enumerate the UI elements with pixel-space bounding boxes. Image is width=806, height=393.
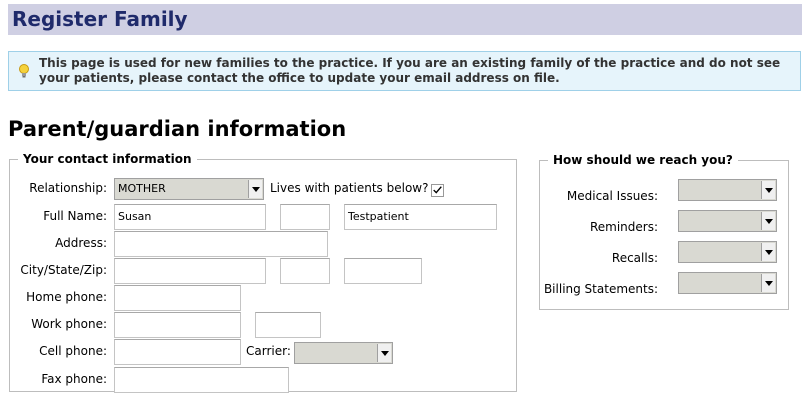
first-name-input[interactable]: Susan: [114, 204, 266, 230]
full-name-label: Full Name:: [43, 209, 107, 223]
reminders-label: Reminders:: [589, 220, 658, 234]
billing-statements-label: Billing Statements:: [543, 282, 658, 296]
zip-input[interactable]: [344, 258, 422, 284]
address-label: Address:: [55, 236, 107, 250]
section-title: Parent/guardian information: [8, 117, 347, 141]
work-ext-input[interactable]: [255, 312, 321, 338]
relationship-select[interactable]: MOTHER: [114, 178, 264, 200]
medical-issues-select[interactable]: [678, 179, 777, 201]
page-title: Register Family: [12, 7, 188, 31]
carrier-select[interactable]: [294, 342, 393, 364]
checkmark-icon: [433, 186, 442, 194]
work-phone-label: Work phone:: [31, 317, 107, 331]
chevron-down-icon: [761, 274, 775, 292]
page-header: Register Family: [8, 4, 802, 35]
home-phone-input[interactable]: [114, 285, 241, 311]
info-notice: This page is used for new families to th…: [8, 51, 801, 91]
lives-with-checkbox[interactable]: [431, 184, 444, 197]
state-input[interactable]: [280, 258, 330, 284]
middle-name-input[interactable]: [280, 204, 330, 230]
cell-phone-input[interactable]: [114, 339, 241, 365]
billing-statements-select[interactable]: [678, 272, 777, 294]
chevron-down-icon: [761, 181, 775, 199]
chevron-down-icon: [377, 344, 391, 362]
chevron-down-icon: [761, 243, 775, 261]
work-phone-input[interactable]: [114, 312, 241, 338]
recalls-select[interactable]: [678, 241, 777, 263]
city-input[interactable]: [114, 258, 266, 284]
reminders-select[interactable]: [678, 210, 777, 232]
reach-legend: How should we reach you?: [553, 153, 733, 167]
contact-legend: Your contact information: [23, 152, 192, 166]
relationship-label: Relationship:: [29, 181, 107, 195]
city-state-zip-label: City/State/Zip:: [20, 263, 107, 277]
home-phone-label: Home phone:: [26, 290, 107, 304]
lightbulb-icon: [19, 64, 29, 78]
last-name-input[interactable]: Testpatient: [344, 204, 497, 230]
address-input[interactable]: [114, 231, 328, 257]
notice-text: This page is used for new families to th…: [39, 56, 781, 85]
lives-with-label: Lives with patients below?: [270, 181, 429, 195]
chevron-down-icon: [248, 180, 262, 198]
relationship-value: MOTHER: [118, 182, 166, 195]
fax-phone-label: Fax phone:: [41, 372, 107, 386]
medical-issues-label: Medical Issues:: [566, 189, 658, 203]
cell-phone-label: Cell phone:: [39, 344, 107, 358]
fax-phone-input[interactable]: [114, 367, 289, 393]
chevron-down-icon: [761, 212, 775, 230]
recalls-label: Recalls:: [611, 251, 658, 265]
carrier-label: Carrier:: [246, 344, 291, 358]
